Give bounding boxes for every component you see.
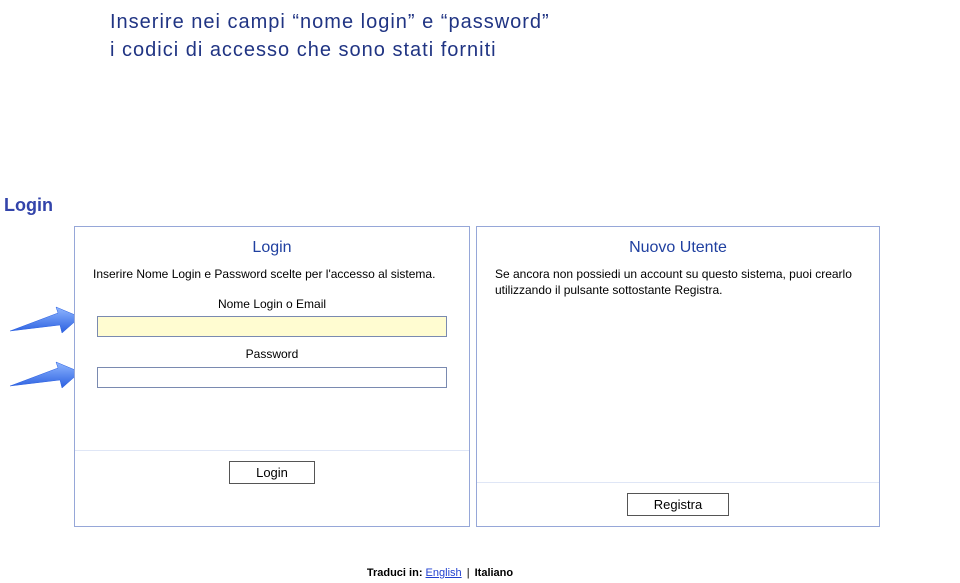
translate-link-english[interactable]: English bbox=[426, 567, 462, 579]
login-input[interactable] bbox=[97, 316, 447, 337]
pointer-arrow-login-icon bbox=[10, 305, 80, 329]
translate-bar: Traduci in: English | Italiano bbox=[0, 567, 880, 579]
login-panel-description: Inserire Nome Login e Password scelte pe… bbox=[93, 267, 451, 283]
new-user-panel-body: Se ancora non possiedi un account su que… bbox=[477, 267, 879, 482]
login-panel-body: Inserire Nome Login e Password scelte pe… bbox=[75, 267, 469, 450]
login-panel-title: Login bbox=[75, 227, 469, 267]
login-button[interactable]: Login bbox=[229, 461, 315, 484]
pointer-arrow-password-icon bbox=[10, 360, 80, 384]
login-field-label: Nome Login o Email bbox=[93, 297, 451, 313]
translate-current-italian: Italiano bbox=[475, 567, 514, 579]
login-panel-footer: Login bbox=[75, 450, 469, 494]
password-input[interactable] bbox=[97, 367, 447, 388]
instruction-line-1: Inserire nei campi “nome login” e “passw… bbox=[110, 8, 960, 36]
page-instruction: Inserire nei campi “nome login” e “passw… bbox=[0, 0, 960, 64]
translate-separator: | bbox=[467, 567, 470, 579]
new-user-panel-title: Nuovo Utente bbox=[477, 227, 879, 267]
section-title: Login bbox=[4, 195, 53, 216]
register-button[interactable]: Registra bbox=[627, 493, 729, 516]
panels-container: Login Inserire Nome Login e Password sce… bbox=[74, 226, 880, 527]
login-panel: Login Inserire Nome Login e Password sce… bbox=[74, 226, 470, 527]
instruction-line-2: i codici di accesso che sono stati forni… bbox=[110, 36, 960, 64]
new-user-panel-description: Se ancora non possiedi un account su que… bbox=[495, 267, 861, 298]
translate-label: Traduci in: bbox=[367, 567, 423, 579]
new-user-panel-footer: Registra bbox=[477, 482, 879, 526]
password-field-label: Password bbox=[93, 347, 451, 363]
new-user-panel: Nuovo Utente Se ancora non possiedi un a… bbox=[476, 226, 880, 527]
